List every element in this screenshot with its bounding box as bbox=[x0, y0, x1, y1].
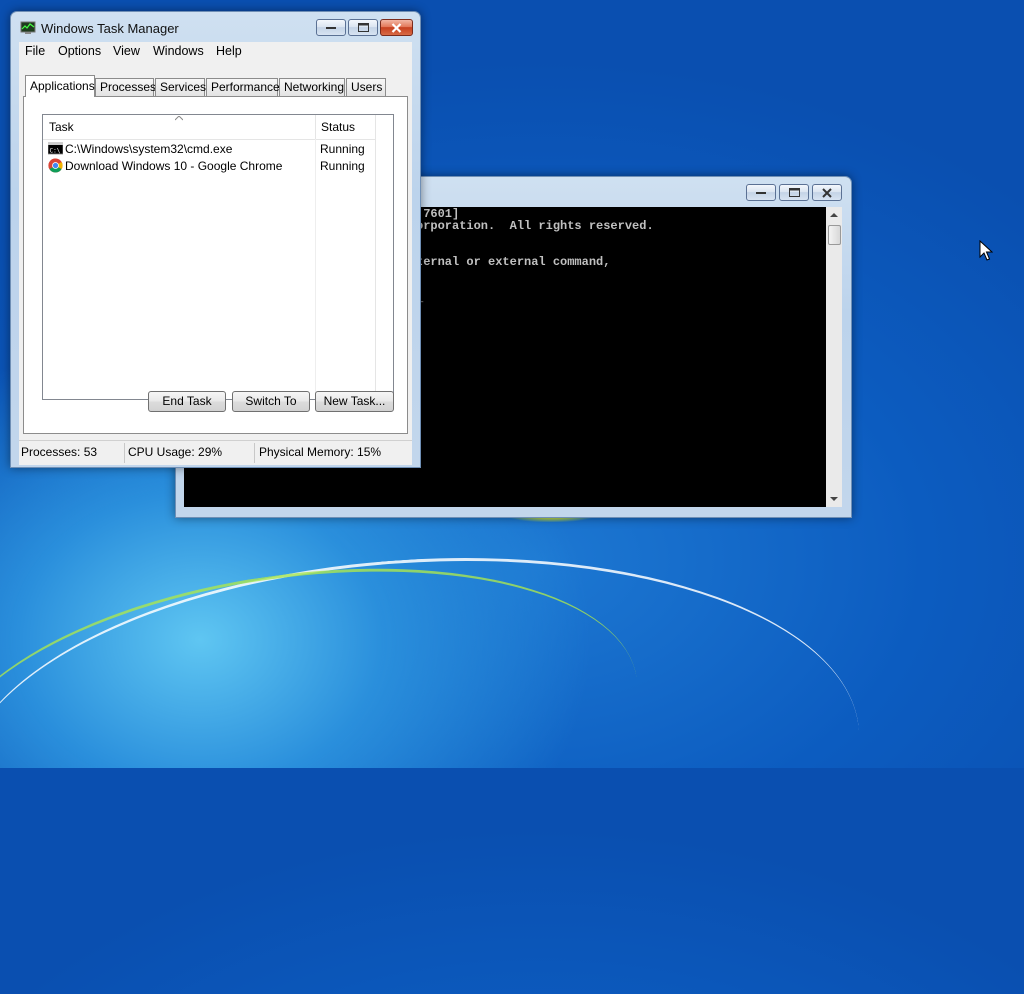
console-scrollbar[interactable] bbox=[826, 207, 842, 507]
menu-windows[interactable]: Windows bbox=[151, 44, 206, 58]
task-list[interactable]: Task Status C:\ C:\Windows\system32\cmd.… bbox=[42, 114, 394, 400]
menu-file[interactable]: File bbox=[23, 44, 47, 58]
menu-options[interactable]: Options bbox=[56, 44, 103, 58]
status-separator bbox=[124, 443, 125, 463]
minimize-button[interactable] bbox=[746, 184, 776, 201]
console-line: orporation. All rights reserved. bbox=[416, 219, 654, 233]
minimize-icon bbox=[326, 26, 336, 29]
scroll-down-icon[interactable] bbox=[826, 493, 842, 505]
column-guide bbox=[315, 139, 316, 399]
table-row[interactable]: C:\ C:\Windows\system32\cmd.exe Running bbox=[43, 140, 376, 157]
new-task-button[interactable]: New Task... bbox=[315, 391, 394, 412]
close-button[interactable] bbox=[812, 184, 842, 201]
list-header: Task Status bbox=[43, 115, 377, 140]
scroll-thumb[interactable] bbox=[828, 225, 841, 245]
task-name: Download Windows 10 - Google Chrome bbox=[65, 159, 283, 173]
tab-applications[interactable]: Applications bbox=[25, 75, 95, 97]
minimize-icon bbox=[756, 191, 766, 194]
window-title: Windows Task Manager bbox=[41, 21, 179, 36]
switch-to-button[interactable]: Switch To bbox=[232, 391, 310, 412]
tab-performance[interactable]: Performance bbox=[206, 78, 280, 96]
wallpaper-swoosh bbox=[0, 529, 873, 994]
column-status[interactable]: Status bbox=[315, 115, 377, 139]
minimize-button[interactable] bbox=[316, 19, 346, 36]
applications-panel: Task Status C:\ C:\Windows\system32\cmd.… bbox=[23, 96, 408, 434]
close-button[interactable] bbox=[380, 19, 413, 36]
end-task-button[interactable]: End Task bbox=[148, 391, 226, 412]
maximize-button[interactable] bbox=[779, 184, 809, 201]
maximize-icon bbox=[357, 23, 369, 32]
task-name: C:\Windows\system32\cmd.exe bbox=[65, 142, 233, 156]
tm-titlebar[interactable]: Windows Task Manager bbox=[11, 12, 420, 42]
sort-arrow-icon bbox=[175, 116, 183, 121]
tab-services[interactable]: Services bbox=[155, 78, 206, 96]
task-manager-window[interactable]: Windows Task Manager File Options View W… bbox=[10, 11, 421, 468]
close-icon bbox=[391, 22, 402, 33]
maximize-icon bbox=[788, 188, 800, 197]
task-status: Running bbox=[320, 142, 365, 156]
tab-networking[interactable]: Networking bbox=[279, 78, 345, 96]
menu-view[interactable]: View bbox=[111, 44, 142, 58]
tab-processes[interactable]: Processes bbox=[95, 78, 156, 96]
status-cpu: CPU Usage: 29% bbox=[128, 445, 223, 459]
close-icon bbox=[822, 187, 832, 198]
scroll-up-icon[interactable] bbox=[826, 209, 842, 221]
chrome-icon bbox=[48, 158, 63, 173]
tab-users[interactable]: Users bbox=[346, 78, 386, 96]
wallpaper-swoosh-green bbox=[0, 527, 658, 926]
tm-client-area: Applications Processes Services Performa… bbox=[19, 62, 412, 465]
table-row[interactable]: Download Windows 10 - Google Chrome Runn… bbox=[43, 157, 376, 174]
console-line: ternal or external command, bbox=[416, 255, 611, 269]
status-bar: Processes: 53 CPU Usage: 29% Physical Me… bbox=[19, 440, 412, 465]
task-manager-icon bbox=[20, 21, 36, 34]
status-memory: Physical Memory: 15% bbox=[259, 445, 382, 459]
status-separator bbox=[254, 443, 255, 463]
menu-bar: File Options View Windows Help bbox=[19, 42, 412, 63]
task-status: Running bbox=[320, 159, 365, 173]
svg-text:C:\: C:\ bbox=[50, 148, 61, 155]
cmd-icon: C:\ bbox=[48, 142, 63, 155]
menu-help[interactable]: Help bbox=[214, 44, 244, 58]
status-processes: Processes: 53 bbox=[21, 445, 98, 459]
mouse-pointer-icon bbox=[979, 240, 993, 261]
maximize-button[interactable] bbox=[348, 19, 378, 36]
list-scroll-area bbox=[375, 115, 393, 399]
